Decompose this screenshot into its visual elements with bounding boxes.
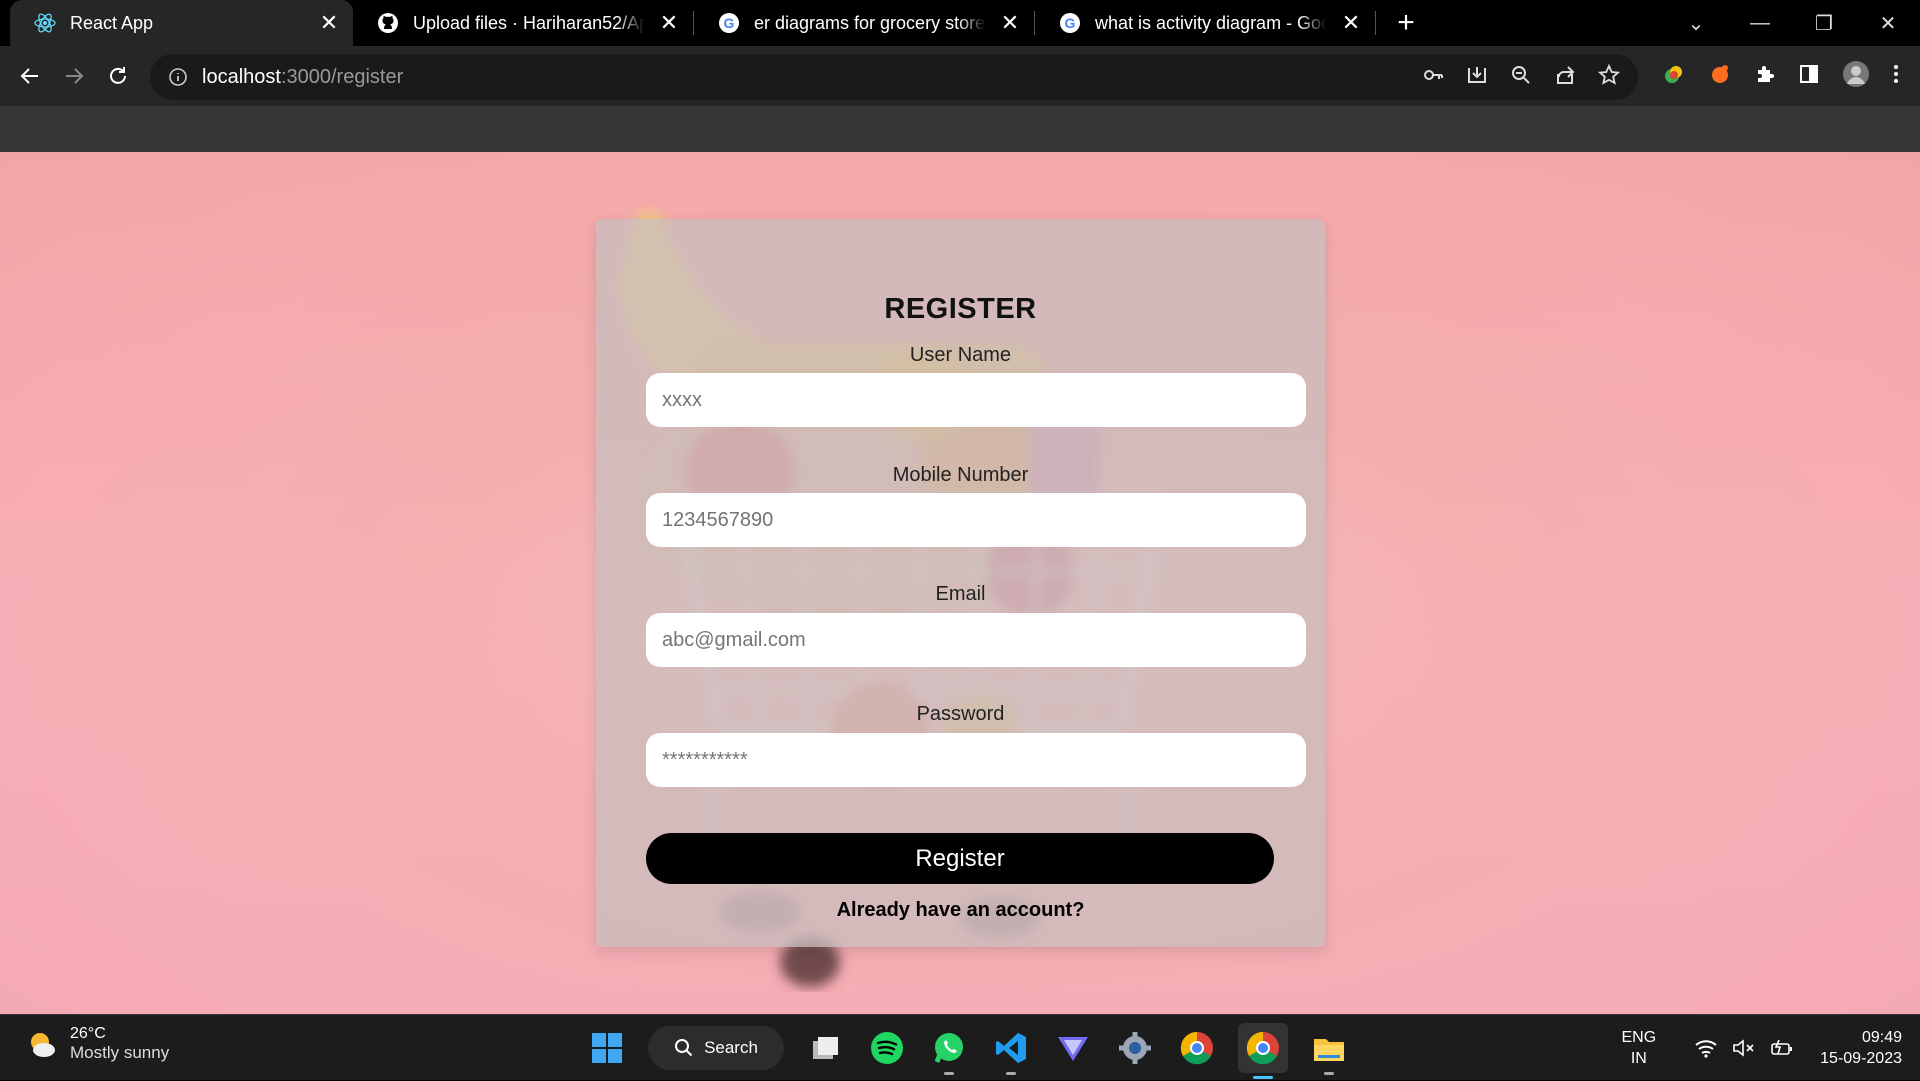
partly-sunny-icon: [31, 1033, 55, 1057]
file-explorer-icon[interactable]: [1308, 1027, 1350, 1075]
address-bar[interactable]: localhost:3000/register: [150, 54, 1638, 100]
running-indicator: [1006, 1072, 1016, 1075]
tab-react-app[interactable]: React App ✕: [10, 0, 353, 46]
bookmarks-bar: [0, 106, 1920, 152]
browser-toolbar: localhost:3000/register: [0, 46, 1920, 106]
close-icon[interactable]: ✕: [319, 12, 339, 34]
restore-button[interactable]: ❐: [1792, 0, 1856, 46]
search-icon: [675, 1039, 693, 1057]
username-input[interactable]: [646, 373, 1306, 427]
tab-search-icon[interactable]: ⌄: [1664, 0, 1728, 46]
omnibox-actions: [1422, 54, 1621, 100]
mobile-label: Mobile Number: [892, 464, 1029, 486]
username-label: User Name: [909, 344, 1012, 366]
arrow-right-icon: [66, 68, 84, 84]
taskbar-search[interactable]: Search: [648, 1026, 784, 1070]
windows-start-icon[interactable]: [586, 1027, 628, 1069]
tab-title: Upload files · Hariharan52/AppDe: [413, 12, 645, 33]
arrow-left-icon: [20, 68, 38, 84]
extension-icons: [1662, 54, 1900, 98]
clock[interactable]: 09:49 15-09-2023: [1820, 1027, 1902, 1069]
url-host: localhost: [202, 65, 281, 88]
key-icon[interactable]: [1422, 64, 1444, 91]
chrome-active-icon[interactable]: [1238, 1023, 1288, 1079]
puzzle-icon[interactable]: [1754, 63, 1776, 90]
tab-title: er diagrams for grocery store - G: [754, 12, 986, 33]
taskbar-apps: Search: [586, 1015, 1350, 1081]
star-icon[interactable]: [1597, 63, 1621, 91]
email-label: Email: [935, 583, 986, 605]
url-text: localhost:3000/register: [202, 66, 403, 89]
tab-er-diagrams[interactable]: G er diagrams for grocery store - G ✕: [694, 0, 1034, 46]
react-icon: [34, 12, 56, 34]
zoom-out-icon[interactable]: [1510, 64, 1532, 91]
tab-title: what is activity diagram - Google: [1095, 12, 1327, 33]
back-button[interactable]: [8, 54, 52, 98]
speaker-muted-icon: [1733, 1039, 1754, 1057]
temperature-text: 26°C: [70, 1025, 106, 1042]
tab-title: React App: [70, 12, 154, 33]
system-tray: ENG IN 09:49 15-09-2023: [1621, 1015, 1902, 1081]
page-title: REGISTER: [884, 293, 1037, 325]
tab-activity-diagram[interactable]: G what is activity diagram - Google ✕: [1035, 0, 1375, 46]
page-viewport: REGISTER User Name Mobile Number Email P…: [0, 152, 1920, 1014]
register-button[interactable]: Register: [646, 833, 1274, 884]
share-icon[interactable]: [1554, 64, 1576, 91]
extension-colorful-icon[interactable]: [1662, 62, 1686, 91]
battery-charging-icon: [1771, 1039, 1793, 1055]
url-path: :3000/register: [280, 65, 404, 88]
vivid-triangle-icon[interactable]: [1052, 1027, 1094, 1069]
running-indicator: [944, 1072, 954, 1075]
active-indicator: [1253, 1076, 1273, 1079]
settings-gear-icon[interactable]: [1114, 1027, 1156, 1069]
tab-strip: React App ✕ Upload files · Hariharan52/A…: [0, 0, 1920, 46]
spotify-icon[interactable]: [866, 1027, 908, 1069]
google-icon: G: [1059, 12, 1081, 34]
tray-icons[interactable]: [1694, 1038, 1794, 1058]
reload-button[interactable]: [96, 54, 140, 98]
search-label: Search: [704, 1038, 758, 1057]
extension-orange-icon[interactable]: [1708, 62, 1732, 91]
reload-icon: [110, 67, 126, 84]
login-link[interactable]: Already have an account?: [596, 899, 1325, 922]
clock-time: 09:49: [1861, 1029, 1902, 1046]
side-panel-icon[interactable]: [1798, 63, 1820, 90]
vscode-icon[interactable]: [990, 1027, 1032, 1075]
password-label: Password: [916, 703, 1005, 725]
lang-primary: ENG: [1621, 1029, 1657, 1046]
new-tab-button[interactable]: +: [1386, 0, 1426, 46]
windows-taskbar: 26°C Mostly sunny Search ENG IN 09:49 15…: [0, 1014, 1920, 1080]
chrome-icon[interactable]: [1176, 1027, 1218, 1069]
tab-github-upload[interactable]: Upload files · Hariharan52/AppDe ✕: [353, 0, 693, 46]
window-controls: ⌄ — ❐ ✕: [1664, 0, 1920, 46]
register-card: REGISTER User Name Mobile Number Email P…: [596, 219, 1325, 947]
lang-secondary: IN: [1630, 1050, 1647, 1067]
close-icon[interactable]: ✕: [1341, 12, 1361, 34]
weather-widget[interactable]: 26°C Mostly sunny: [26, 1025, 169, 1063]
email-input[interactable]: [646, 613, 1306, 667]
close-window-button[interactable]: ✕: [1856, 0, 1920, 46]
minimize-button[interactable]: —: [1728, 0, 1792, 46]
forward-button[interactable]: [52, 54, 96, 98]
language-indicator[interactable]: ENG IN: [1621, 1027, 1656, 1069]
close-icon[interactable]: ✕: [659, 12, 679, 34]
task-view-icon[interactable]: [804, 1027, 846, 1069]
tab-separator: [1375, 11, 1376, 35]
clock-date: 15-09-2023: [1820, 1050, 1902, 1067]
install-icon[interactable]: [1466, 64, 1488, 91]
svg-text:G: G: [724, 15, 735, 31]
whatsapp-icon[interactable]: [928, 1027, 970, 1075]
weather-text: Mostly sunny: [70, 1043, 170, 1062]
close-icon[interactable]: ✕: [1000, 12, 1020, 34]
mobile-number-input[interactable]: [646, 493, 1306, 547]
profile-avatar[interactable]: [1842, 60, 1870, 93]
info-icon[interactable]: [168, 67, 188, 87]
wifi-icon: [1695, 1040, 1717, 1058]
menu-kebab-icon[interactable]: [1892, 63, 1900, 90]
password-input[interactable]: [646, 733, 1306, 787]
running-indicator: [1324, 1072, 1334, 1075]
google-icon: G: [718, 12, 740, 34]
svg-text:G: G: [1065, 15, 1076, 31]
github-icon: [377, 12, 399, 34]
